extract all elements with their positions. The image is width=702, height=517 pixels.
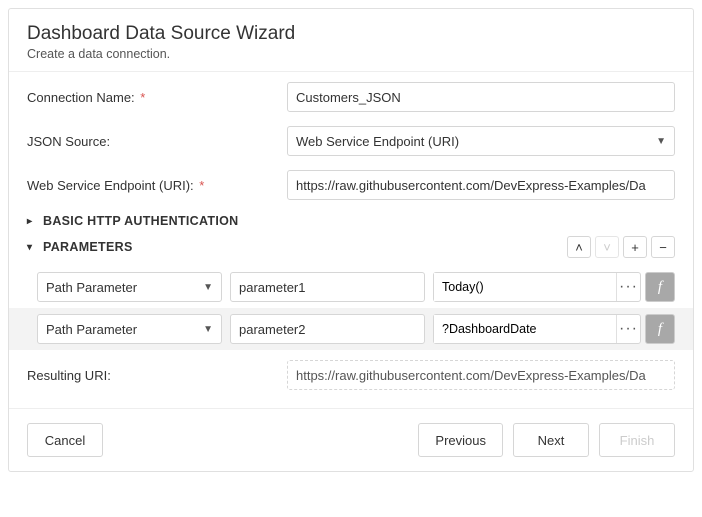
param-type-value: Path Parameter: [46, 322, 137, 337]
param-value-field[interactable]: ···: [433, 272, 641, 302]
ellipsis-button[interactable]: ···: [616, 273, 640, 301]
chevron-down-icon: ▼: [656, 136, 666, 147]
row-resulting-uri: Resulting URI: https://raw.githubusercon…: [27, 360, 675, 390]
chevron-right-icon: ▸: [27, 216, 37, 227]
json-source-select[interactable]: Web Service Endpoint (URI) ▼: [287, 126, 675, 156]
chevron-down-icon: ▼: [203, 282, 213, 293]
finish-button: Finish: [599, 423, 675, 457]
wizard-dialog: Dashboard Data Source Wizard Create a da…: [8, 8, 694, 472]
row-connection-name: Connection Name: *: [27, 82, 675, 112]
param-type-select[interactable]: Path Parameter ▼: [37, 272, 222, 302]
section-auth-header[interactable]: ▸ BASIC HTTP AUTHENTICATION: [27, 214, 675, 228]
required-indicator: *: [140, 90, 145, 105]
row-endpoint: Web Service Endpoint (URI): *: [27, 170, 675, 200]
section-params-label: PARAMETERS: [43, 240, 133, 254]
move-up-button[interactable]: ˄: [567, 236, 591, 258]
fx-button[interactable]: f: [645, 272, 675, 302]
label-connection-name-text: Connection Name:: [27, 90, 135, 105]
json-source-value: Web Service Endpoint (URI): [296, 134, 459, 149]
section-params-toggle[interactable]: ▾ PARAMETERS: [27, 240, 133, 254]
label-resulting-uri: Resulting URI:: [27, 368, 287, 383]
wizard-footer: Cancel Previous Next Finish: [9, 408, 693, 471]
section-auth-label: BASIC HTTP AUTHENTICATION: [43, 214, 238, 228]
section-params-header: ▾ PARAMETERS ˄ ˅ + −: [27, 236, 675, 258]
params-toolbar: ˄ ˅ + −: [567, 236, 675, 258]
previous-button[interactable]: Previous: [418, 423, 503, 457]
param-value-field[interactable]: ···: [433, 314, 641, 344]
param-value-input[interactable]: [434, 315, 616, 343]
param-type-select[interactable]: Path Parameter ▼: [37, 314, 222, 344]
wizard-header: Dashboard Data Source Wizard Create a da…: [9, 9, 693, 72]
wizard-title: Dashboard Data Source Wizard: [27, 23, 675, 45]
param-row: Path Parameter ▼ ··· f: [9, 308, 693, 350]
param-name-input[interactable]: [230, 314, 425, 344]
param-name-input[interactable]: [230, 272, 425, 302]
param-value-input[interactable]: [434, 273, 616, 301]
resulting-uri-output: https://raw.githubusercontent.com/DevExp…: [287, 360, 675, 390]
chevron-down-icon: ▼: [203, 324, 213, 335]
ellipsis-button[interactable]: ···: [616, 315, 640, 343]
label-connection-name: Connection Name: *: [27, 90, 287, 105]
wizard-body: Connection Name: * JSON Source: Web Serv…: [9, 72, 693, 408]
param-type-value: Path Parameter: [46, 280, 137, 295]
row-json-source: JSON Source: Web Service Endpoint (URI) …: [27, 126, 675, 156]
remove-param-button[interactable]: −: [651, 236, 675, 258]
add-param-button[interactable]: +: [623, 236, 647, 258]
fx-button[interactable]: f: [645, 314, 675, 344]
next-button[interactable]: Next: [513, 423, 589, 457]
label-endpoint: Web Service Endpoint (URI): *: [27, 178, 287, 193]
label-endpoint-text: Web Service Endpoint (URI):: [27, 178, 194, 193]
cancel-button[interactable]: Cancel: [27, 423, 103, 457]
move-down-button: ˅: [595, 236, 619, 258]
wizard-subtitle: Create a data connection.: [27, 47, 675, 61]
param-row: Path Parameter ▼ ··· f: [27, 266, 675, 308]
chevron-down-icon: ▾: [27, 242, 37, 253]
label-json-source: JSON Source:: [27, 134, 287, 149]
endpoint-input[interactable]: [287, 170, 675, 200]
connection-name-input[interactable]: [287, 82, 675, 112]
required-indicator: *: [199, 178, 204, 193]
